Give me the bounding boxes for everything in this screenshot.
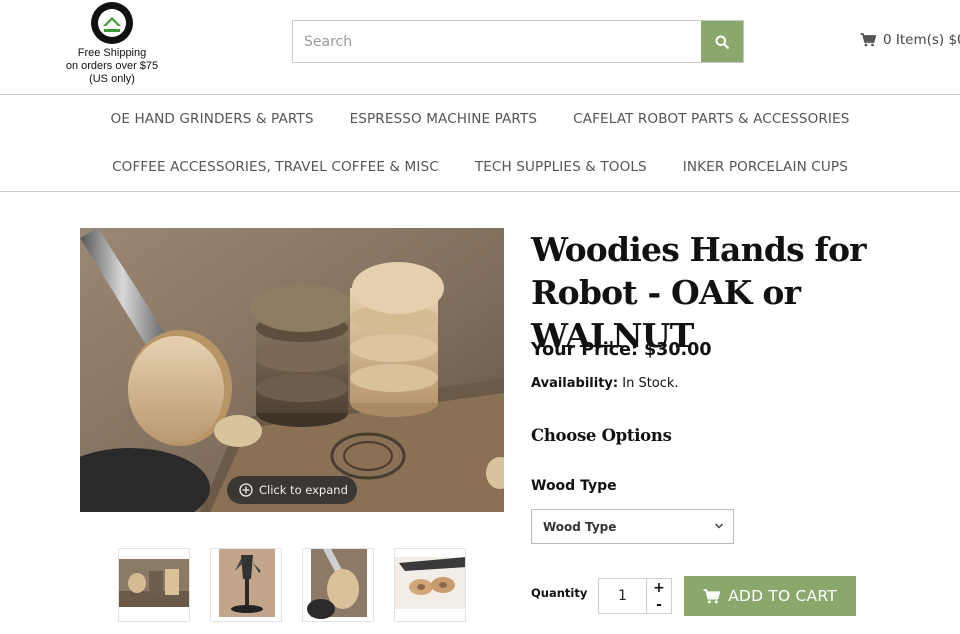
nav-item-coffee-accessories[interactable]: COFFEE ACCESSORIES, TRAVEL COFFEE & MISC bbox=[112, 159, 439, 175]
add-to-cart-label: ADD TO CART bbox=[728, 587, 837, 605]
shipping-line-2: on orders over $75 bbox=[65, 60, 159, 72]
thumbnail-3[interactable] bbox=[302, 548, 374, 622]
site-logo[interactable]: Free Shipping on orders over $75 (US onl… bbox=[58, 2, 166, 86]
wood-type-selected-value: Wood Type bbox=[543, 519, 617, 534]
quantity-decrement-button[interactable]: - bbox=[647, 596, 671, 613]
wood-type-label: Wood Type bbox=[531, 478, 617, 494]
nav-item-oe-hand-grinders[interactable]: OE HAND GRINDERS & PARTS bbox=[111, 111, 314, 127]
site-header: Free Shipping on orders over $75 (US onl… bbox=[0, 0, 960, 95]
cart-icon bbox=[703, 588, 721, 603]
product-photo bbox=[80, 228, 504, 512]
price-row: Your Price: $30.00 bbox=[531, 340, 712, 360]
nav-item-cafelat-robot-parts[interactable]: CAFELAT ROBOT PARTS & ACCESSORIES bbox=[573, 111, 849, 127]
thumbnail-1[interactable] bbox=[118, 548, 190, 622]
wood-type-select[interactable]: Wood Type bbox=[531, 509, 734, 544]
add-to-cart-button[interactable]: ADD TO CART bbox=[684, 576, 856, 616]
choose-options-heading: Choose Options bbox=[531, 426, 672, 445]
price-label: Your Price: bbox=[531, 340, 638, 360]
expand-label: Click to expand bbox=[259, 483, 348, 497]
thumbnail-4[interactable] bbox=[394, 548, 466, 622]
shipping-line-1: Free Shipping bbox=[77, 47, 147, 59]
plus-circle-icon bbox=[239, 483, 253, 497]
cart-count-text: 0 Item(s) $0 bbox=[883, 32, 960, 48]
free-shipping-note: Free Shipping on orders over $75 (US onl… bbox=[58, 47, 166, 86]
quantity-label: Quantity bbox=[531, 586, 588, 600]
main-navigation: OE HAND GRINDERS & PARTS ESPRESSO MACHIN… bbox=[0, 94, 960, 192]
availability-value: In Stock. bbox=[622, 376, 679, 391]
thumbnail-strip bbox=[118, 548, 478, 624]
nav-item-tech-supplies[interactable]: TECH SUPPLIES & TOOLS bbox=[475, 159, 647, 175]
availability-label: Availability: bbox=[531, 376, 619, 391]
chevron-down-icon bbox=[714, 523, 724, 529]
nav-row-1: OE HAND GRINDERS & PARTS ESPRESSO MACHIN… bbox=[0, 111, 960, 127]
shipping-line-3: (US only) bbox=[89, 73, 135, 85]
thumbnail-2[interactable] bbox=[210, 548, 282, 622]
main-product-image[interactable]: Click to expand bbox=[80, 228, 504, 512]
click-to-expand-button[interactable]: Click to expand bbox=[227, 476, 357, 504]
search-icon bbox=[715, 35, 729, 49]
nav-item-espresso-machine-parts[interactable]: ESPRESSO MACHINE PARTS bbox=[350, 111, 538, 127]
search-input[interactable] bbox=[293, 21, 702, 62]
product-title: Woodies Hands for Robot - OAK or WALNUT bbox=[531, 230, 867, 355]
nav-item-inker-porcelain-cups[interactable]: INKER PORCELAIN CUPS bbox=[683, 159, 848, 175]
nav-row-2: COFFEE ACCESSORIES, TRAVEL COFFEE & MISC… bbox=[0, 159, 960, 175]
price-value: $30.00 bbox=[643, 340, 712, 360]
cart-summary-link[interactable]: 0 Item(s) $0 bbox=[860, 30, 960, 50]
quantity-increment-button[interactable]: + bbox=[647, 579, 671, 596]
logo-icon bbox=[91, 2, 133, 44]
availability-row: Availability: In Stock. bbox=[531, 376, 679, 391]
search-button[interactable] bbox=[701, 21, 743, 62]
cart-icon bbox=[860, 33, 876, 47]
quantity-input[interactable] bbox=[598, 578, 646, 614]
quantity-stepper: + - bbox=[646, 578, 672, 614]
search-bar bbox=[292, 20, 744, 63]
